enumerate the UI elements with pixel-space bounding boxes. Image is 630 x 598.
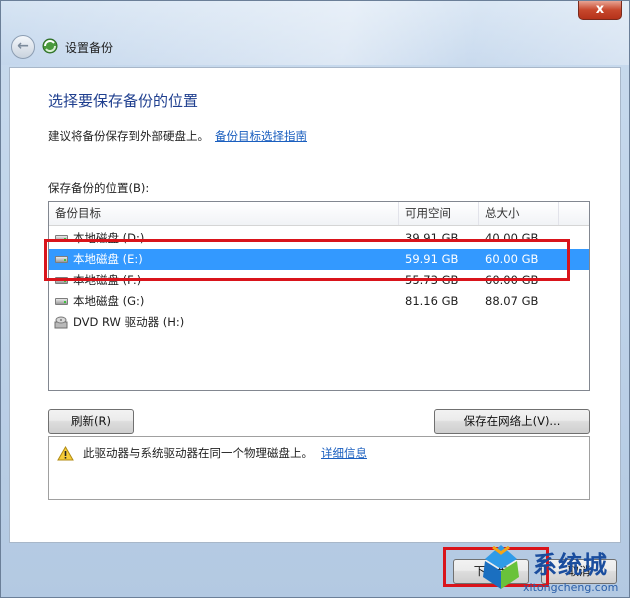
highlight-selected-drive — [44, 239, 570, 281]
back-button[interactable]: ← — [11, 35, 35, 59]
list-item-drive-h[interactable]: DVD RW 驱动器 (H:) — [49, 312, 589, 333]
backup-app-icon — [42, 38, 58, 54]
page-heading: 选择要保存备份的位置 — [48, 92, 199, 110]
window-title: 设置备份 — [65, 41, 114, 55]
refresh-button[interactable]: 刷新(R) — [48, 409, 134, 434]
column-header-target[interactable]: 备份目标 — [49, 202, 399, 225]
warning-icon — [57, 446, 74, 461]
backup-target-guide-link[interactable]: 备份目标选择指南 — [215, 129, 307, 143]
info-message-box: 此驱动器与系统驱动器在同一个物理磁盘上。 详细信息 — [48, 436, 590, 500]
list-header: 备份目标 可用空间 总大小 — [49, 202, 589, 226]
column-header-total-size[interactable]: 总大小 — [479, 202, 559, 225]
back-arrow-icon: ← — [17, 38, 29, 54]
info-message-text: 此驱动器与系统驱动器在同一个物理磁盘上。 — [83, 446, 313, 460]
advice-text: 建议将备份保存到外部硬盘上。 — [48, 129, 209, 143]
drive-total-size: 88.07 GB — [485, 294, 539, 308]
drive-free-space: 81.16 GB — [405, 294, 459, 308]
details-link[interactable]: 详细信息 — [321, 446, 367, 460]
close-button[interactable]: x — [578, 1, 622, 20]
watermark-url: xitongcheng.com — [523, 581, 619, 594]
save-on-network-button[interactable]: 保存在网络上(V)... — [434, 409, 590, 434]
backup-window: x ← 设置备份 选择要保存备份的位置 建议将备份保存到外部硬盘上。 备份目标选择… — [0, 0, 630, 598]
drive-name: DVD RW 驱动器 (H:) — [73, 315, 185, 329]
list-item-drive-g[interactable]: 本地磁盘 (G:) 81.16 GB 88.07 GB — [49, 291, 589, 312]
advice-line: 建议将备份保存到外部硬盘上。 备份目标选择指南 — [48, 128, 307, 144]
backup-location-label: 保存备份的位置(B): — [48, 181, 150, 195]
backup-destination-list[interactable]: 备份目标 可用空间 总大小 本地磁盘 (D:) 39.91 GB 40.00 G… — [48, 201, 590, 391]
dvd-drive-icon — [54, 316, 68, 329]
hard-drive-icon — [55, 298, 68, 305]
drive-name: 本地磁盘 (G:) — [73, 294, 145, 308]
column-header-free-space[interactable]: 可用空间 — [399, 202, 479, 225]
watermark-logo-icon — [483, 545, 519, 589]
watermark-brand: 系统城 — [533, 551, 608, 579]
info-message: 此驱动器与系统驱动器在同一个物理磁盘上。 详细信息 — [83, 445, 367, 461]
content-panel: 选择要保存备份的位置 建议将备份保存到外部硬盘上。 备份目标选择指南 保存备份的位… — [9, 67, 621, 543]
